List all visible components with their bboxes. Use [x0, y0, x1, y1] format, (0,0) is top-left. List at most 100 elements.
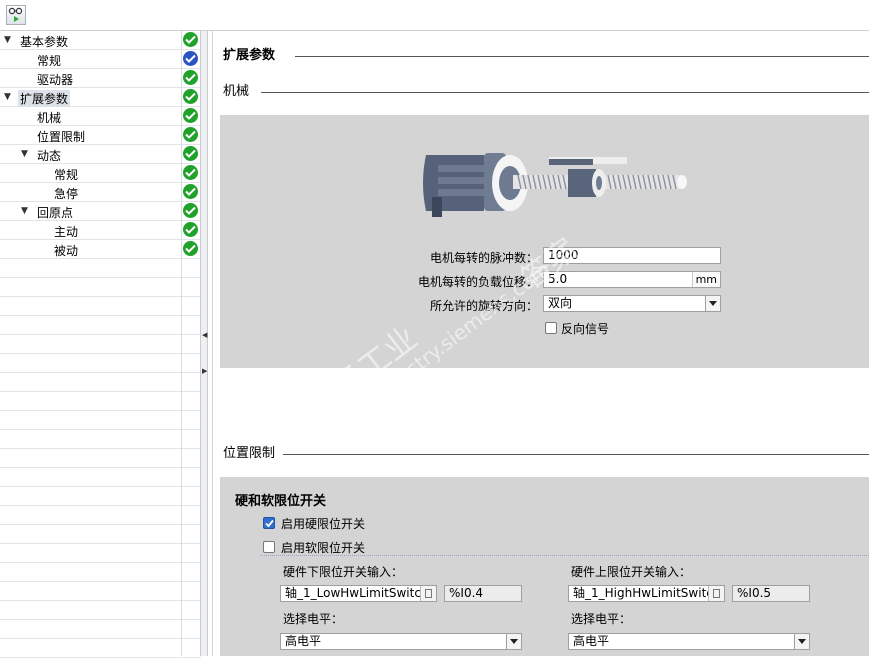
status-cell: [182, 107, 201, 126]
status-cell: [182, 221, 201, 240]
status-cell: [182, 164, 201, 183]
direction-dropdown[interactable]: 双向: [543, 295, 721, 312]
lower-level-label: 选择电平：: [283, 612, 344, 626]
distance-per-rev-input[interactable]: 5.0 mm: [543, 271, 721, 288]
tree-item[interactable]: 驱动器: [0, 69, 181, 88]
distance-per-rev-label: 电机每转的负载位移：: [417, 275, 538, 289]
panel-splitter[interactable]: ◀ ▶: [200, 31, 208, 656]
status-column: [181, 31, 201, 658]
tag-browse-icon[interactable]: [420, 586, 436, 601]
tree-item[interactable]: ▼ 基本参数: [0, 31, 181, 50]
status-cell: [182, 145, 201, 164]
empty-row: [0, 297, 181, 316]
direction-label: 所允许的旋转方向：: [429, 299, 538, 313]
tree-item[interactable]: 机械: [0, 107, 181, 126]
empty-row: [0, 392, 181, 411]
tree-item[interactable]: ▼ 回原点: [0, 202, 181, 221]
status-cell: [182, 69, 201, 88]
direction-value: 双向: [548, 296, 573, 310]
empty-row: [0, 449, 181, 468]
status-cell: [182, 183, 201, 202]
status-ok-icon: [183, 241, 198, 256]
enable-hw-limit-checkbox[interactable]: [263, 517, 275, 529]
limits-panel: 硬和软限位开关 启用硬限位开关 启用软限位开关 硬件下限位开关输入： 轴_1_L…: [220, 477, 869, 656]
empty-row: [0, 506, 181, 525]
collapse-left-icon[interactable]: ◀: [202, 331, 207, 339]
expand-arrow-icon[interactable]: ▼: [21, 149, 28, 159]
status-ok-icon: [183, 146, 198, 161]
dropdown-arrow-icon[interactable]: [705, 296, 720, 311]
empty-row: [0, 544, 181, 563]
main-content: 扩展参数 机械 电机每转的脉冲数： 1000 电机每转的负载位移： 5.0 mm…: [213, 31, 869, 656]
lower-limit-label: 硬件下限位开关输入：: [283, 565, 404, 579]
page-title: 扩展参数: [223, 48, 276, 63]
lower-limit-tag-input[interactable]: 轴_1_LowHwLimitSwitch: [280, 585, 437, 602]
status-cell: [182, 601, 201, 620]
status-ok-icon: [183, 51, 198, 66]
enable-sw-limit-checkbox[interactable]: [263, 541, 275, 553]
upper-limit-address: %I0.5: [732, 585, 810, 602]
divider: [295, 56, 869, 57]
tree-item-label: 回原点: [37, 206, 74, 220]
dropdown-arrow-icon[interactable]: [794, 634, 809, 649]
tree-item[interactable]: 急停: [0, 183, 181, 202]
expand-arrow-icon[interactable]: ▼: [4, 35, 11, 45]
checkmark-icon: [265, 519, 274, 528]
status-cell: [182, 563, 201, 582]
upper-limit-label: 硬件上限位开关输入：: [571, 565, 692, 579]
expand-arrow-icon[interactable]: ▼: [4, 92, 11, 102]
status-cell: [182, 582, 201, 601]
tree-item-label: 被动: [54, 244, 79, 258]
tree-item[interactable]: 常规: [0, 164, 181, 183]
status-cell: [182, 202, 201, 221]
empty-row: [0, 639, 181, 658]
pulses-per-rev-label: 电机每转的脉冲数：: [429, 251, 538, 265]
motor-leadscrew-illustration: [423, 153, 687, 217]
invert-signal-checkbox[interactable]: [545, 322, 557, 334]
upper-level-dropdown[interactable]: 高电平: [568, 633, 810, 650]
tree-item-label: 动态: [37, 149, 62, 163]
status-cell: [182, 259, 201, 278]
empty-row: [0, 335, 181, 354]
upper-limit-tag-input[interactable]: 轴_1_HighHwLimitSwitch: [568, 585, 725, 602]
status-cell: [182, 468, 201, 487]
empty-row: [0, 525, 181, 544]
tree-item-label: 基本参数: [20, 35, 69, 49]
tree-item[interactable]: ▼ 扩展参数: [0, 88, 181, 107]
status-cell: [182, 544, 201, 563]
status-cell: [182, 354, 201, 373]
status-ok-icon: [183, 203, 198, 218]
tree-item-label: 急停: [54, 187, 79, 201]
lower-limit-tag: 轴_1_LowHwLimitSwitch: [285, 586, 429, 600]
mechanics-panel: 电机每转的脉冲数： 1000 电机每转的负载位移： 5.0 mm 所允许的旋转方…: [220, 115, 869, 368]
tree-item-label: 主动: [54, 225, 79, 239]
upper-level-value: 高电平: [573, 634, 610, 648]
navigation-tree: ▼ 基本参数 常规 驱动器 ▼ 扩展参数 机械 位置限制 ▼ 动态 常规 急停 ▼ 回原点 主动 被动: [0, 31, 201, 658]
tree-item[interactable]: 主动: [0, 221, 181, 240]
pulses-per-rev-input[interactable]: 1000: [543, 247, 721, 264]
view-toggle-button[interactable]: [6, 5, 26, 25]
tree-item-label: 常规: [54, 168, 79, 182]
empty-row: [0, 411, 181, 430]
tree-item-label: 位置限制: [37, 130, 86, 144]
status-cell: [182, 240, 201, 259]
expand-arrow-icon[interactable]: ▼: [21, 206, 28, 216]
status-cell: [182, 525, 201, 544]
empty-row: [0, 487, 181, 506]
empty-row: [0, 582, 181, 601]
enable-hw-limit-label: 启用硬限位开关: [281, 517, 366, 531]
expand-right-icon[interactable]: ▶: [202, 367, 207, 375]
tree-item[interactable]: 常规: [0, 50, 181, 69]
tag-browse-icon[interactable]: [708, 586, 724, 601]
status-cell: [182, 639, 201, 658]
mechanics-section-title: 机械: [223, 84, 250, 99]
tree-item[interactable]: 位置限制: [0, 126, 181, 145]
status-ok-icon: [183, 222, 198, 237]
empty-row: [0, 278, 181, 297]
tree-item[interactable]: 被动: [0, 240, 181, 259]
tree-item[interactable]: ▼ 动态: [0, 145, 181, 164]
empty-row: [0, 468, 181, 487]
lower-level-dropdown[interactable]: 高电平: [280, 633, 522, 650]
dropdown-arrow-icon[interactable]: [506, 634, 521, 649]
distance-value: 5.0: [548, 272, 568, 286]
